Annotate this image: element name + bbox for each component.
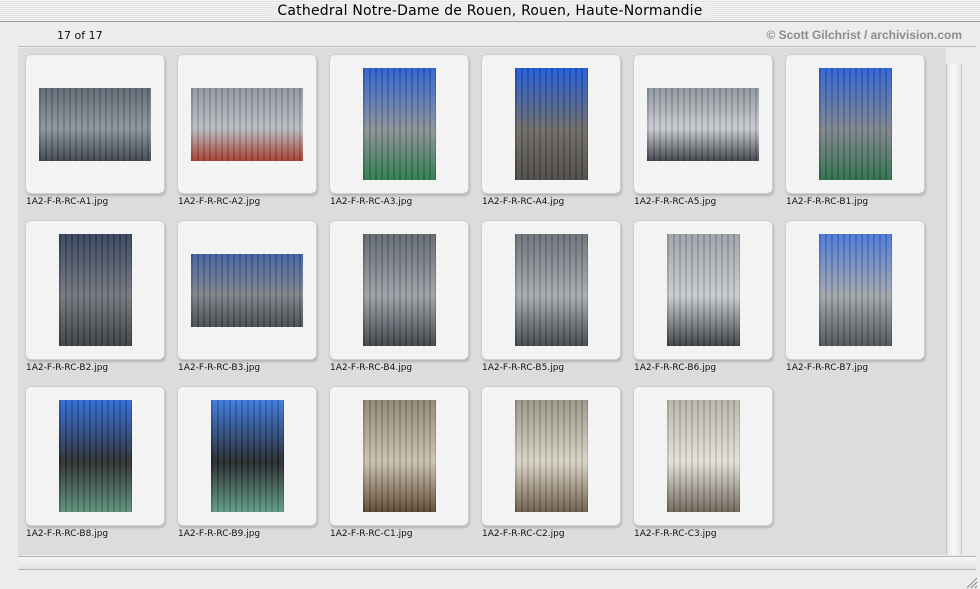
thumbnail-tile[interactable]	[329, 220, 469, 360]
photo-thumbnail[interactable]	[362, 68, 436, 180]
thumbnail-tile[interactable]	[481, 386, 621, 526]
thumbnail-filename: 1A2-F-R-RC-B1.jpg	[786, 197, 869, 207]
photo-thumbnail[interactable]	[39, 87, 151, 161]
thumbnail-tile[interactable]	[329, 54, 469, 194]
thumbnail-filename: 1A2-F-R-RC-B8.jpg	[26, 529, 109, 539]
thumbnail-filename: 1A2-F-R-RC-B7.jpg	[786, 363, 869, 373]
photo-thumbnail[interactable]	[191, 253, 303, 327]
thumbnail-filename: 1A2-F-R-RC-A1.jpg	[26, 197, 109, 207]
thumbnail-filename: 1A2-F-R-RC-B6.jpg	[634, 363, 717, 373]
thumbnail-filename: 1A2-F-R-RC-C3.jpg	[634, 529, 717, 539]
thumbnail-grid[interactable]: 1A2-F-R-RC-A1.jpg 1A2-F-R-RC-A2.jpg 1A2-F-…	[18, 48, 946, 555]
photo-thumbnail[interactable]	[514, 68, 588, 180]
title-bar[interactable]: Cathedral Notre-Dame de Rouen, Rouen, Ha…	[0, 0, 980, 22]
copyright-label: © Scott Gilchrist / archivision.com	[766, 28, 962, 42]
thumbnail-tile[interactable]	[177, 54, 317, 194]
thumbnail-tile[interactable]	[633, 220, 773, 360]
photo-thumbnail[interactable]	[362, 234, 436, 346]
thumbnail-filename: 1A2-F-R-RC-A5.jpg	[634, 197, 717, 207]
thumbnail-tile[interactable]	[633, 54, 773, 194]
item-count: 17 of 17	[57, 29, 103, 42]
vertical-scrollbar[interactable]	[946, 64, 962, 555]
thumbnail-tile[interactable]	[633, 386, 773, 526]
photo-thumbnail[interactable]	[647, 87, 759, 161]
thumbnail-filename: 1A2-F-R-RC-C1.jpg	[330, 529, 413, 539]
thumbnail-tile[interactable]	[481, 54, 621, 194]
photo-thumbnail[interactable]	[818, 234, 892, 346]
thumbnail-filename: 1A2-F-R-RC-A3.jpg	[330, 197, 413, 207]
resize-grip-icon[interactable]	[964, 574, 978, 589]
divider	[18, 46, 976, 47]
photo-thumbnail[interactable]	[191, 87, 303, 161]
thumbnail-filename: 1A2-F-R-RC-B9.jpg	[178, 529, 261, 539]
photo-thumbnail[interactable]	[818, 68, 892, 180]
photo-thumbnail[interactable]	[666, 234, 740, 346]
thumbnail-tile[interactable]	[25, 220, 165, 360]
status-bar: 17 of 17 © Scott Gilchrist / archivision…	[0, 24, 980, 44]
photo-thumbnail[interactable]	[666, 400, 740, 512]
thumbnail-filename: 1A2-F-R-RC-B4.jpg	[330, 363, 413, 373]
thumbnail-tile[interactable]	[329, 386, 469, 526]
thumbnail-filename: 1A2-F-R-RC-A2.jpg	[178, 197, 261, 207]
horizontal-scrollbar[interactable]	[18, 556, 976, 570]
thumbnail-tile[interactable]	[25, 386, 165, 526]
thumbnail-tile[interactable]	[177, 220, 317, 360]
photo-thumbnail[interactable]	[514, 234, 588, 346]
photo-thumbnail[interactable]	[514, 400, 588, 512]
thumbnail-filename: 1A2-F-R-RC-B3.jpg	[178, 363, 261, 373]
thumbnail-filename: 1A2-F-R-RC-B5.jpg	[482, 363, 565, 373]
thumbnail-tile[interactable]	[25, 54, 165, 194]
thumbnail-tile[interactable]	[785, 220, 925, 360]
photo-thumbnail[interactable]	[58, 234, 132, 346]
window-title: Cathedral Notre-Dame de Rouen, Rouen, Ha…	[269, 3, 711, 19]
thumbnail-tile[interactable]	[481, 220, 621, 360]
thumbnail-filename: 1A2-F-R-RC-B2.jpg	[26, 363, 109, 373]
photo-thumbnail[interactable]	[58, 400, 132, 512]
thumbnail-tile[interactable]	[177, 386, 317, 526]
photo-thumbnail[interactable]	[210, 400, 284, 512]
thumbnail-filename: 1A2-F-R-RC-C2.jpg	[482, 529, 565, 539]
thumbnail-tile[interactable]	[785, 54, 925, 194]
photo-thumbnail[interactable]	[362, 400, 436, 512]
thumbnail-filename: 1A2-F-R-RC-A4.jpg	[482, 197, 565, 207]
